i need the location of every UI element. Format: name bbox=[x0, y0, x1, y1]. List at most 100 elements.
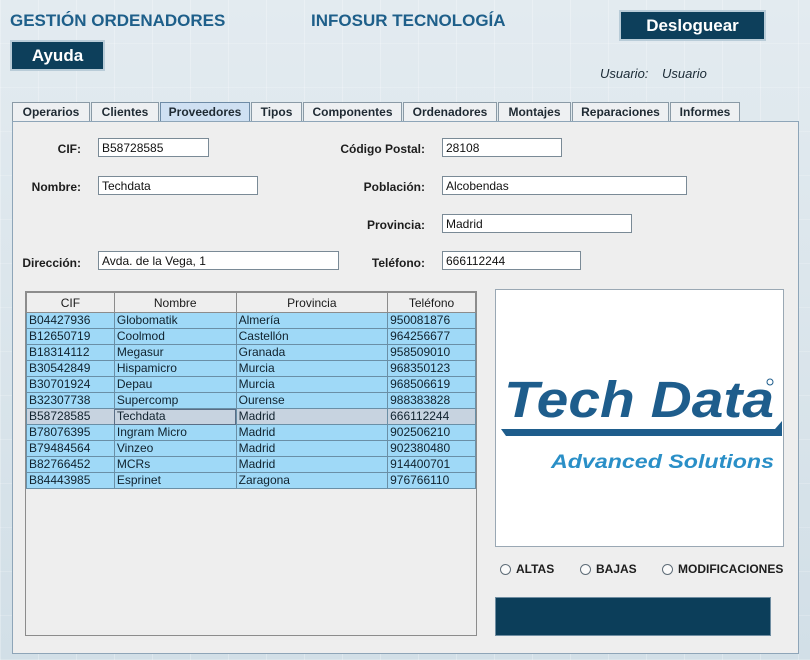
codigo-postal-field[interactable] bbox=[442, 138, 562, 157]
tab-montajes[interactable]: Montajes bbox=[498, 102, 571, 121]
table-header-row: CIF Nombre Provincia Teléfono bbox=[26, 292, 476, 313]
help-button[interactable]: Ayuda bbox=[10, 40, 105, 71]
nombre-field[interactable] bbox=[98, 176, 258, 195]
cell-nombre[interactable]: Megasur bbox=[113, 344, 237, 361]
cell-telefono[interactable]: 988383828 bbox=[387, 392, 476, 409]
cell-telefono[interactable]: 964256677 bbox=[387, 328, 476, 345]
cell-nombre[interactable]: Hispamicro bbox=[113, 360, 237, 377]
provincia-label: Provincia: bbox=[366, 218, 425, 232]
cell-cif[interactable]: B12650719 bbox=[26, 328, 115, 345]
table-row[interactable]: B18314112 Megasur Granada 958509010 bbox=[26, 344, 476, 361]
poblacion-label: Población: bbox=[363, 180, 425, 194]
cell-cif[interactable]: B30701924 bbox=[26, 376, 115, 393]
telefono-label: Teléfono: bbox=[371, 256, 425, 270]
radio-altas[interactable] bbox=[500, 563, 511, 575]
cell-nombre[interactable]: Techdata bbox=[113, 408, 237, 425]
table-row[interactable]: B04427936 Globomatik Almería 950081876 bbox=[26, 312, 476, 329]
col-header-nombre[interactable]: Nombre bbox=[113, 292, 237, 313]
cell-provincia[interactable]: Murcia bbox=[235, 360, 389, 377]
direccion-field[interactable] bbox=[98, 251, 339, 270]
cell-cif[interactable]: B32307738 bbox=[26, 392, 115, 409]
option-bajas[interactable]: BAJAS bbox=[580, 562, 637, 576]
cell-nombre[interactable]: Esprinet bbox=[113, 472, 237, 489]
tab-reparaciones[interactable]: Reparaciones bbox=[572, 102, 669, 121]
cell-provincia[interactable]: Madrid bbox=[235, 408, 389, 425]
cell-nombre[interactable]: Supercomp bbox=[113, 392, 237, 409]
telefono-field[interactable] bbox=[442, 251, 581, 270]
cell-cif[interactable]: B82766452 bbox=[26, 456, 115, 473]
cell-telefono[interactable]: 666112244 bbox=[387, 408, 476, 425]
cell-telefono[interactable]: 968350123 bbox=[387, 360, 476, 377]
cell-telefono[interactable]: 958509010 bbox=[387, 344, 476, 361]
cell-provincia[interactable]: Madrid bbox=[235, 424, 389, 441]
col-header-cif[interactable]: CIF bbox=[26, 292, 115, 313]
cell-provincia[interactable]: Madrid bbox=[235, 440, 389, 457]
company-title: INFOSUR TECNOLOGÍA bbox=[311, 11, 506, 30]
tab-operarios[interactable]: Operarios bbox=[12, 102, 90, 121]
cell-cif[interactable]: B84443985 bbox=[26, 472, 115, 489]
table-row[interactable]: B12650719 Coolmod Castellón 964256677 bbox=[26, 328, 476, 345]
option-altas-label: ALTAS bbox=[516, 562, 555, 576]
tab-informes[interactable]: Informes bbox=[670, 102, 740, 121]
table-row[interactable]: B79484564 Vinzeo Madrid 902380480 bbox=[26, 440, 476, 457]
cell-telefono[interactable]: 950081876 bbox=[387, 312, 476, 329]
cell-telefono[interactable]: 902506210 bbox=[387, 424, 476, 441]
cell-cif[interactable]: B78076395 bbox=[26, 424, 115, 441]
action-button[interactable] bbox=[495, 597, 771, 636]
radio-modificaciones[interactable] bbox=[662, 563, 673, 575]
poblacion-field[interactable] bbox=[442, 176, 687, 195]
logout-button[interactable]: Desloguear bbox=[619, 10, 766, 41]
cell-cif[interactable]: B58728585 bbox=[26, 408, 115, 425]
cell-cif[interactable]: B79484564 bbox=[26, 440, 115, 457]
cell-cif[interactable]: B04427936 bbox=[26, 312, 115, 329]
cell-provincia[interactable]: Granada bbox=[235, 344, 389, 361]
cif-field[interactable] bbox=[98, 138, 209, 157]
cell-cif[interactable]: B30542849 bbox=[26, 360, 115, 377]
table-row[interactable]: B30542849 Hispamicro Murcia 968350123 bbox=[26, 360, 476, 377]
cell-nombre[interactable]: Globomatik bbox=[113, 312, 237, 329]
table-row[interactable]: B84443985 Esprinet Zaragona 976766110 bbox=[26, 472, 476, 489]
cell-provincia[interactable]: Almería bbox=[235, 312, 389, 329]
tab-tipos[interactable]: Tipos bbox=[251, 102, 302, 121]
cell-telefono[interactable]: 902380480 bbox=[387, 440, 476, 457]
table-row[interactable]: B32307738 Supercomp Ourense 988383828 bbox=[26, 392, 476, 409]
cell-nombre[interactable]: MCRs bbox=[113, 456, 237, 473]
cell-provincia[interactable]: Zaragona bbox=[235, 472, 389, 489]
cell-nombre[interactable]: Ingram Micro bbox=[113, 424, 237, 441]
cell-telefono[interactable]: 968506619 bbox=[387, 376, 476, 393]
table-row[interactable]: B82766452 MCRs Madrid 914400701 bbox=[26, 456, 476, 473]
cell-provincia[interactable]: Murcia bbox=[235, 376, 389, 393]
cif-label: CIF: bbox=[57, 142, 81, 156]
cell-provincia[interactable]: Ourense bbox=[235, 392, 389, 409]
tab-clientes[interactable]: Clientes bbox=[91, 102, 159, 121]
proveedores-panel: CIF: Nombre: Dirección: Código Postal: P… bbox=[12, 121, 799, 654]
proveedores-table: CIF Nombre Provincia Teléfono B04427936 G… bbox=[26, 292, 476, 489]
proveedores-table-container[interactable]: CIF Nombre Provincia Teléfono B04427936 G… bbox=[25, 291, 477, 636]
cell-nombre[interactable]: Coolmod bbox=[113, 328, 237, 345]
tab-proveedores[interactable]: Proveedores bbox=[160, 102, 250, 121]
supplier-logo: Tech Data Advanced Solutions bbox=[495, 289, 784, 547]
cell-provincia[interactable]: Castellón bbox=[235, 328, 389, 345]
provincia-field[interactable] bbox=[442, 214, 632, 233]
logo-brand-text: Tech Data bbox=[504, 371, 774, 428]
direccion-label: Dirección: bbox=[22, 256, 81, 270]
tab-ordenadores[interactable]: Ordenadores bbox=[403, 102, 497, 121]
tab-bar: Operarios Clientes Proveedores Tipos Com… bbox=[12, 102, 741, 122]
nombre-label: Nombre: bbox=[31, 180, 81, 194]
cell-telefono[interactable]: 976766110 bbox=[387, 472, 476, 489]
radio-bajas[interactable] bbox=[580, 563, 591, 575]
option-modificaciones[interactable]: MODIFICACIONES bbox=[662, 562, 783, 576]
cell-telefono[interactable]: 914400701 bbox=[387, 456, 476, 473]
cell-nombre[interactable]: Vinzeo bbox=[113, 440, 237, 457]
option-altas[interactable]: ALTAS bbox=[500, 562, 554, 576]
table-row[interactable]: B58728585 Techdata Madrid 666112244 bbox=[26, 408, 476, 425]
cell-nombre[interactable]: Depau bbox=[113, 376, 237, 393]
col-header-provincia[interactable]: Provincia bbox=[235, 292, 389, 313]
table-row[interactable]: B78076395 Ingram Micro Madrid 902506210 bbox=[26, 424, 476, 441]
cell-cif[interactable]: B18314112 bbox=[26, 344, 115, 361]
table-row[interactable]: B30701924 Depau Murcia 968506619 bbox=[26, 376, 476, 393]
codigo-postal-label: Código Postal: bbox=[340, 142, 425, 156]
cell-provincia[interactable]: Madrid bbox=[235, 456, 389, 473]
tab-componentes[interactable]: Componentes bbox=[303, 102, 402, 121]
col-header-telefono[interactable]: Teléfono bbox=[387, 292, 476, 313]
